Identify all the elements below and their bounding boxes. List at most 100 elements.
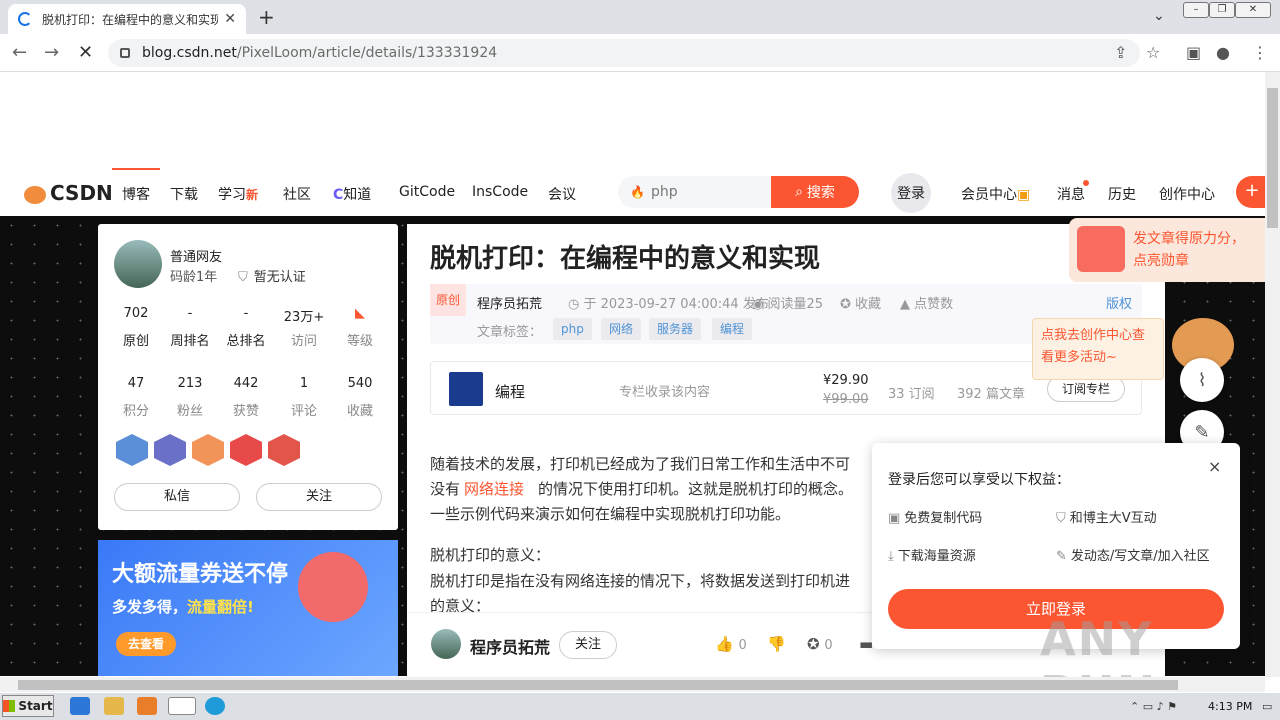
eye-icon: ◉ [752,297,768,312]
loading-icon [18,12,32,26]
chrome-icon[interactable] [168,697,196,715]
ad-subline: 多发多得，流量翻倍! [112,598,254,616]
stop-loading-button[interactable]: ✕ [78,42,93,63]
copyright-link[interactable]: 版权 [1106,293,1132,312]
author-profile-card: 普通网友 码龄1年 ⛉ 暂无认证 702 原创 - 周排名 - 总排名 23万+ 访问 ◣… [98,224,398,530]
close-icon[interactable]: × [1208,457,1221,476]
login-button[interactable]: 登录 [891,173,931,213]
stat-original[interactable]: 702 原创 [108,306,164,349]
gift-icon: ▣ [1017,187,1031,203]
badge-icon[interactable] [268,434,300,466]
pen-icon: ✎ [1056,549,1067,564]
collect-link[interactable]: ✪ 收藏 [840,293,881,312]
action-author-name[interactable]: 程序员拓荒 [470,634,550,658]
nav-creator-center[interactable]: 创作中心 [1159,184,1215,204]
maximize-button[interactable]: ❐ [1209,2,1235,18]
stat-week-rank: - 周排名 [170,306,210,349]
bookmark-star-icon[interactable]: ☆ [1146,43,1160,62]
browser-tab[interactable]: 脱机打印：在编程中的意义和实现-C ✕ [8,4,246,34]
article-text: 一些示例代码来演示如何在编程中实现脱机打印功能。 [430,505,791,523]
perk-interact: ⛉ 和博主大V互动 [1056,511,1157,526]
nav-messages[interactable]: 消息 [1057,184,1085,204]
search-input[interactable]: 🔥 php [618,176,772,208]
csdn-logo[interactable]: CSDN [24,181,113,205]
creator-tooltip[interactable]: 点我去创作中心查 看更多活动~ [1032,318,1164,380]
message-button[interactable]: 私信 [114,483,240,511]
nav-community[interactable]: 社区 [283,184,311,204]
side-panel-icon[interactable]: ▣ [1186,43,1201,62]
tag[interactable]: php [553,318,592,340]
nav-meeting[interactable]: 会议 [548,184,576,204]
nav-vip-center[interactable]: 会员中心▣ [961,184,1030,204]
nav-zhidao[interactable]: C知道 [333,184,371,204]
like-button[interactable]: 👍 0 [715,635,747,653]
collect-button[interactable]: ✪ 0 [807,635,833,653]
column-name[interactable]: 编程 [495,381,525,402]
back-button[interactable]: ← [12,42,27,63]
profile-name[interactable]: 普通网友 [170,246,222,265]
start-button[interactable]: Start [2,695,54,717]
badge-icon[interactable] [154,434,186,466]
ad-banner[interactable]: 大额流量券送不停 多发多得，流量翻倍! 去查看 [98,540,398,676]
ad-button[interactable]: 去查看 [116,632,176,656]
vertical-scrollbar-thumb[interactable] [1267,88,1278,228]
profile-age: 码龄1年 [170,270,218,285]
tray-icons[interactable]: ⌃ ▭ ♪ ⚑ [1130,700,1177,713]
avatar[interactable] [431,629,461,659]
author-link[interactable]: 程序员拓荒 [477,293,542,312]
profile-icon[interactable]: ● [1216,43,1230,62]
inline-link[interactable]: 网络连接 [464,480,524,498]
nav-learn[interactable]: 学习新 [218,184,258,204]
tag[interactable]: 网络 [601,318,642,340]
notification-dot [1083,180,1089,186]
ie-icon[interactable] [70,697,90,715]
avatar[interactable] [114,240,162,288]
search-icon: ⌕ [795,184,803,200]
new-tab-button[interactable]: + [258,5,275,29]
badge-icon[interactable] [192,434,224,466]
column-included: 专栏收录该内容 [619,385,711,400]
tag[interactable]: 编程 [712,318,753,340]
tab-search-icon[interactable]: ⌄ [1153,8,1165,24]
menu-icon[interactable]: ⋮ [1252,43,1268,62]
ad-headline: 大额流量券送不停 [112,562,289,587]
tags-label: 文章标签： [477,325,543,340]
stat-points: 47 积分 [122,376,149,419]
nav-download[interactable]: 下载 [170,184,198,204]
follow-button[interactable]: 关注 [256,483,382,511]
tag[interactable]: 服务器 [649,318,702,340]
clock[interactable]: 4:13 PM [1208,700,1252,713]
column-price: ¥29.90 [823,373,869,388]
edge-icon[interactable] [205,697,225,715]
search-button[interactable]: ⌕ 搜索 [771,176,859,208]
stat-level[interactable]: ◣ 等级 [332,306,388,349]
tab-close-icon[interactable]: ✕ [224,11,236,27]
chart-icon[interactable]: ⌇ [1180,358,1224,402]
nav-blog[interactable]: 博客 [122,184,150,204]
horizontal-scrollbar-thumb[interactable] [18,680,1178,690]
minimize-button[interactable]: – [1183,2,1209,18]
stat-collects: 540 收藏 [346,376,373,419]
nav-gitcode[interactable]: GitCode [399,184,455,200]
badge-icon[interactable] [230,434,262,466]
promo-banner[interactable]: 发文章得原力分， 点亮勋章 [1069,218,1265,282]
new-badge: 新 [246,188,259,202]
follow-button[interactable]: 关注 [559,631,617,659]
like-link[interactable]: ▲ 点赞数 [900,293,953,312]
badge-icon[interactable] [116,434,148,466]
share-icon[interactable]: ⇪ [1114,43,1127,62]
dislike-icon[interactable]: 👎 [767,635,786,653]
forward-button[interactable]: → [44,42,59,63]
stat-visits: 23万+ 访问 [283,310,325,349]
tab-title: 脱机打印：在编程中的意义和实现-C [42,12,219,27]
media-player-icon[interactable] [137,697,157,715]
nav-history[interactable]: 历史 [1108,184,1136,204]
address-bar[interactable]: blog.csdn.net/PixelLoom/article/details/… [108,39,1140,67]
close-window-button[interactable]: ✕ [1235,2,1271,18]
popup-title: 登录后您可以享受以下权益： [888,472,1070,488]
stat-comments: 1 评论 [290,376,317,419]
publish-button[interactable]: + [1236,176,1268,208]
nav-inscode[interactable]: InsCode [472,184,528,200]
folder-icon[interactable] [104,697,124,715]
show-desktop-icon[interactable]: ▭ [1262,700,1272,713]
